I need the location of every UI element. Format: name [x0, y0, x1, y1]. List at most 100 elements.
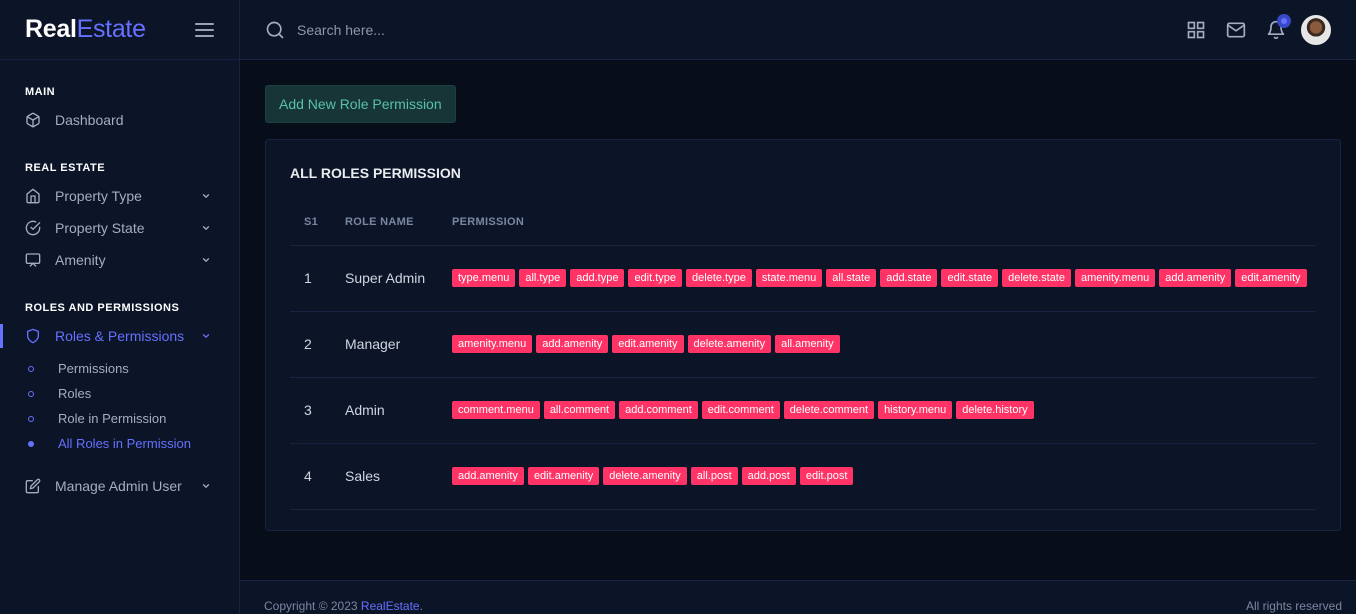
permission-badge: add.comment: [619, 401, 698, 419]
sidebar-toggle-icon[interactable]: [195, 22, 215, 38]
shield-icon: [25, 328, 41, 344]
cell-sl: 3: [290, 377, 331, 444]
sidebar-item-property-type[interactable]: Property Type: [0, 180, 239, 212]
copyright-text: Copyright © 2023: [264, 599, 361, 613]
permission-badge: edit.amenity: [612, 335, 684, 353]
chevron-down-icon: [202, 258, 210, 263]
permission-badge: edit.amenity: [1235, 269, 1307, 287]
copyright-period: .: [419, 599, 423, 613]
permission-badge: delete.type: [686, 269, 752, 287]
sidebar-item-label: Roles & Permissions: [55, 328, 185, 344]
roles-permission-table: S1 ROLE NAME PERMISSION 1 Super Admin type…: [290, 199, 1316, 510]
bullet-icon: [28, 440, 34, 447]
permission-badge: add.type: [570, 269, 625, 287]
add-role-permission-button[interactable]: Add New Role Permission: [265, 85, 456, 123]
column-header-sl: S1: [290, 199, 331, 246]
table-row: 1 Super Admin type.menu all.type add.type edi…: [290, 245, 1316, 312]
grid-icon[interactable]: [1186, 20, 1206, 40]
sidebar-item-label: Manage Admin User: [55, 478, 182, 494]
sidebar-item-amenity[interactable]: Amenity: [0, 244, 239, 276]
cell-permissions: type.menu all.type add.type edit.type delete…: [438, 245, 1316, 312]
sidebar: RealEstate MAIN Dashboard REAL ESTATE Pr…: [0, 0, 240, 614]
permission-badge: comment.menu: [452, 401, 540, 419]
permission-badge: add.state: [880, 269, 938, 287]
permission-badge: edit.state: [941, 269, 999, 287]
permission-badge: edit.comment: [701, 401, 780, 419]
permission-badge: delete.history: [956, 401, 1034, 419]
permission-badges: amenity.menu add.amenity edit.amenity delet…: [452, 335, 1316, 353]
topbar-actions: [1166, 13, 1331, 45]
brand-logo-part1: Real: [25, 15, 77, 43]
submenu-item-role-in-permission[interactable]: Role in Permission: [28, 406, 239, 431]
submenu-item-label: Permissions: [58, 361, 129, 376]
table-row: 3 Admin comment.menu all.comment add.comment…: [290, 377, 1316, 444]
cell-permissions: comment.menu all.comment add.comment edit.c…: [438, 377, 1316, 444]
column-header-permission: PERMISSION: [438, 199, 1316, 246]
sidebar-item-label: Dashboard: [55, 112, 124, 128]
footer: Copyright © 2023 RealEstate. All rights …: [240, 580, 1356, 614]
cell-sl: 4: [290, 443, 331, 510]
sidebar-item-roles-permissions[interactable]: Roles & Permissions: [0, 320, 239, 352]
check-circle-icon: [25, 220, 41, 236]
cell-role-name: Admin: [331, 377, 438, 444]
permission-badge: edit.amenity: [527, 467, 600, 485]
submenu-item-roles[interactable]: Roles: [28, 381, 239, 406]
cell-permissions: add.amenity edit.amenity delete.amenity all…: [438, 443, 1316, 510]
edit-icon: [25, 478, 41, 494]
cell-role-name: Sales: [331, 443, 438, 510]
footer-brand-link[interactable]: RealEstate: [361, 599, 420, 613]
permission-badge: all.state: [826, 269, 877, 287]
search-input[interactable]: [297, 21, 697, 38]
brand-logo[interactable]: RealEstate: [25, 15, 146, 44]
permission-badge: state.menu: [755, 269, 823, 287]
table-header-row: S1 ROLE NAME PERMISSION: [290, 199, 1316, 246]
permission-badge: add.post: [741, 467, 796, 485]
permission-badge: amenity.menu: [452, 335, 533, 353]
permission-badge: amenity.menu: [1074, 269, 1156, 287]
avatar[interactable]: [1301, 14, 1331, 45]
submenu-item-permissions[interactable]: Permissions: [28, 356, 239, 381]
permission-badge: all.comment: [543, 401, 616, 419]
footer-copyright: Copyright © 2023 RealEstate.: [264, 599, 423, 613]
chevron-down-icon: [202, 334, 210, 339]
cell-sl: 2: [290, 311, 331, 378]
sidebar-brand: RealEstate: [0, 0, 239, 60]
sidebar-item-dashboard[interactable]: Dashboard: [0, 104, 239, 136]
permission-badges: type.menu all.type add.type edit.type delete…: [452, 269, 1316, 287]
permission-badge: all.amenity: [775, 335, 840, 353]
chevron-down-icon: [202, 226, 210, 231]
bullet-icon: [28, 365, 34, 372]
cell-sl: 1: [290, 245, 331, 312]
card-title: ALL ROLES PERMISSION: [290, 165, 461, 181]
bullet-icon: [28, 390, 34, 397]
mail-icon[interactable]: [1226, 20, 1246, 40]
sidebar-item-manage-admin-user[interactable]: Manage Admin User: [0, 470, 239, 502]
chevron-down-icon: [202, 194, 210, 199]
permission-badge: type.menu: [452, 269, 516, 287]
roles-submenu: Permissions Roles Role in Permission All…: [0, 356, 239, 456]
monitor-icon: [25, 252, 41, 268]
bell-icon[interactable]: [1266, 13, 1291, 40]
permission-badge: add.amenity: [452, 467, 524, 485]
cell-permissions: amenity.menu add.amenity edit.amenity delet…: [438, 311, 1316, 378]
table-row: 4 Sales add.amenity edit.amenity delete.amen…: [290, 443, 1316, 510]
brand-logo-part2: Estate: [76, 15, 146, 43]
column-header-role-name: ROLE NAME: [331, 199, 438, 246]
box-icon: [25, 112, 41, 128]
nav-category-real-estate: REAL ESTATE: [25, 162, 106, 174]
sidebar-item-label: Property Type: [55, 188, 142, 204]
nav-category-roles: ROLES AND PERMISSIONS: [25, 302, 180, 314]
permission-badge: delete.amenity: [603, 467, 687, 485]
sidebar-item-label: Amenity: [55, 252, 106, 268]
footer-rights: All rights reserved: [1245, 599, 1342, 613]
sidebar-item-property-state[interactable]: Property State: [0, 212, 239, 244]
submenu-item-label: All Roles in Permission: [58, 436, 191, 451]
nav-category-main: MAIN: [25, 86, 56, 98]
permission-badge: delete.comment: [783, 401, 875, 419]
permission-badge: add.amenity: [536, 335, 609, 353]
permission-badge: all.post: [690, 467, 738, 485]
cell-role-name: Super Admin: [331, 245, 438, 312]
submenu-item-all-roles-in-permission[interactable]: All Roles in Permission: [28, 431, 239, 456]
permission-badge: history.menu: [878, 401, 953, 419]
submenu-item-label: Roles: [58, 386, 92, 401]
